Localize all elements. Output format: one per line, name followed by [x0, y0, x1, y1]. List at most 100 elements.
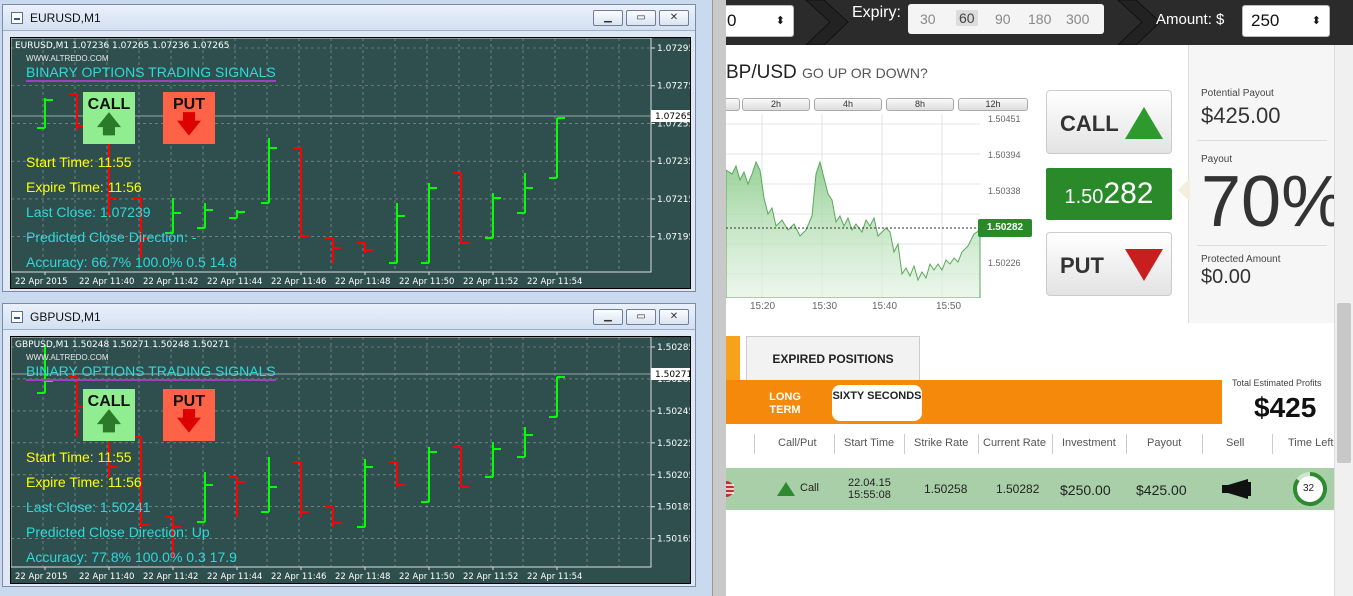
cell-strike-rate: 1.50258: [924, 482, 968, 496]
positions-filter-bar: LONG TERM SIXTY SECONDS: [726, 380, 1222, 424]
header-divider: [1202, 434, 1203, 454]
header-investment: Investment: [1062, 437, 1116, 449]
time-axis-label: 22 Apr 11:48: [335, 277, 390, 287]
mini-x-label: 15:30: [812, 301, 838, 312]
amount-label: Amount: $: [1156, 11, 1225, 28]
predicted-direction: Predicted Close Direction: -: [26, 229, 197, 245]
time-axis-label: 22 Apr 11:50: [399, 277, 454, 287]
expiry-option-90[interactable]: 90: [995, 11, 1011, 27]
expiry-option-180[interactable]: 180: [1028, 11, 1051, 27]
tab-open-positions[interactable]: [726, 336, 740, 380]
time-axis-label: 22 Apr 11:46: [271, 277, 326, 287]
expiry-option-300[interactable]: 300: [1066, 11, 1089, 27]
ohlc-header: EURUSD,M1 1.07236 1.07265 1.07236 1.0726…: [15, 41, 230, 51]
predicted-direction: Predicted Close Direction: Up: [26, 524, 210, 540]
expiry-option-30[interactable]: 30: [920, 11, 936, 27]
timeframe-button-partial[interactable]: [726, 98, 740, 111]
eurusd-price-chart[interactable]: 1.07295 1.07275 1.07255 1.07235 1.07215 1.071…: [10, 37, 691, 289]
time-axis-label: 22 Apr 2015: [15, 572, 68, 582]
timeframe-12h[interactable]: 12h: [958, 98, 1028, 111]
price-bar: [421, 183, 437, 264]
gbpusd-price-chart[interactable]: 1.502851.502651.502451.502251.502051.501…: [10, 336, 691, 584]
minimize-button[interactable]: ▁: [593, 309, 623, 325]
time-axis-label: 22 Apr 11:50: [399, 572, 454, 582]
last-close: Last Close: 1.07239: [26, 204, 151, 220]
put-signal-box: PUT 🡇: [163, 92, 215, 144]
positions-tabs: EXPIRED POSITIONS: [726, 336, 1353, 380]
price-bar: [389, 203, 405, 264]
timeframe-4h[interactable]: 4h: [814, 98, 882, 111]
vertical-scrollbar[interactable]: [1334, 45, 1353, 596]
close-button[interactable]: ✕: [659, 309, 689, 325]
timeframe-2h[interactable]: 2h: [742, 98, 810, 111]
price-bar: [37, 98, 53, 129]
close-button[interactable]: ✕: [659, 10, 689, 26]
table-row[interactable]: Call 22.04.15 15:55:08 1.50258 1.50282 $…: [726, 468, 1334, 510]
maximize-button[interactable]: ▭: [626, 10, 656, 26]
mini-x-label: 15:40: [872, 301, 898, 312]
header-divider: [1052, 434, 1053, 454]
time-axis-label: 22 Apr 11:54: [527, 572, 582, 582]
triangle-down-icon: [1125, 249, 1163, 281]
scrollbar-thumb[interactable]: [1337, 303, 1351, 463]
arrow-down-icon: 🡇: [176, 111, 202, 138]
sixty-seconds-tab[interactable]: SIXTY SECONDS: [832, 385, 922, 421]
call-button-label: CALL: [1060, 111, 1119, 136]
window-title-bar[interactable]: EURUSD,M1 ▁ ▭ ✕: [3, 5, 695, 31]
price-bar: [517, 427, 533, 458]
accuracy: Accuracy: 66.7% 100.0% 0.5 14.8: [26, 254, 237, 270]
panel-divider: [1197, 140, 1327, 141]
chart-window-icon: [11, 311, 23, 323]
long-term-tab[interactable]: LONG TERM: [766, 391, 804, 417]
expiry-option-60[interactable]: 60: [956, 10, 978, 26]
price-bar: [485, 442, 501, 478]
pair-question: GO UP OR DOWN?: [802, 65, 928, 81]
expiry-label: Expiry:: [852, 4, 901, 21]
time-axis-label: 22 Apr 11:54: [527, 277, 582, 287]
gbpusd-chart-window[interactable]: GBPUSD,M1 ▁ ▭ ✕ 1.502851.502651.502451.5…: [2, 303, 696, 587]
price-bar: [261, 138, 277, 204]
price-bar: [197, 472, 213, 523]
cell-current-rate: 1.50282: [996, 482, 1040, 496]
price-bar: [261, 457, 277, 513]
maximize-button[interactable]: ▭: [626, 309, 656, 325]
time-axis-label: 22 Apr 11:46: [271, 572, 326, 582]
time-axis-label: 22 Apr 11:52: [463, 572, 518, 582]
cell-start-date: 22.04.15: [848, 477, 891, 489]
pair-name: BP/USD: [726, 62, 797, 83]
price-axis-label: 1.07275: [657, 82, 691, 92]
window-title-bar[interactable]: GBPUSD,M1 ▁ ▭ ✕: [3, 304, 695, 330]
triangle-up-icon: [1125, 107, 1163, 139]
time-axis-label: 22 Apr 11:40: [79, 572, 134, 582]
price-axis-label: 1.07215: [657, 195, 691, 205]
header-divider: [904, 434, 905, 454]
price-bar: [517, 173, 533, 214]
current-price-label: 1.50271: [655, 370, 691, 380]
minimize-button[interactable]: ▁: [593, 10, 623, 26]
accuracy: Accuracy: 77.8% 100.0% 0.3 17.9: [26, 549, 237, 565]
price-bar: [325, 506, 341, 527]
window-splitter[interactable]: [712, 0, 726, 596]
price-axis-label: 1.50285: [657, 343, 691, 353]
binary-options-platform: 0 ⬍ Expiry: 30 60 90 180 300 Amount: $ 2…: [726, 0, 1353, 596]
price-bar: [165, 198, 181, 234]
call-button[interactable]: CALL: [1046, 90, 1172, 154]
amount-select[interactable]: 250 ⬍: [1242, 5, 1330, 37]
price-bar: [421, 447, 437, 503]
tab-expired-positions[interactable]: EXPIRED POSITIONS: [746, 336, 920, 380]
mini-price-chart: 1.50451 1.50394 1.50338 1.50226 15:20 15…: [726, 114, 1021, 312]
ohlc-header: GBPUSD,M1 1.50248 1.50271 1.50248 1.5027…: [15, 340, 230, 350]
price-bar: [549, 117, 565, 179]
put-button[interactable]: PUT: [1046, 232, 1172, 296]
eurusd-chart-window[interactable]: EURUSD,M1 ▁ ▭ ✕ 1.07295 1.07275 1.07255 1.0…: [2, 4, 696, 292]
sell-megaphone-icon[interactable]: [1220, 478, 1254, 500]
mini-y-label: 1.50338: [988, 186, 1021, 196]
start-time: Start Time: 11:55: [26, 154, 132, 170]
price-axis-label: 1.07235: [657, 157, 691, 167]
time-axis-label: 22 Apr 11:42: [143, 277, 198, 287]
header-divider: [754, 434, 755, 454]
timeframe-8h[interactable]: 8h: [886, 98, 954, 111]
call-signal-box: CALL 🡅: [83, 92, 135, 144]
header-divider: [1272, 434, 1273, 454]
protected-amount-caption: Protected Amount: [1201, 254, 1281, 265]
